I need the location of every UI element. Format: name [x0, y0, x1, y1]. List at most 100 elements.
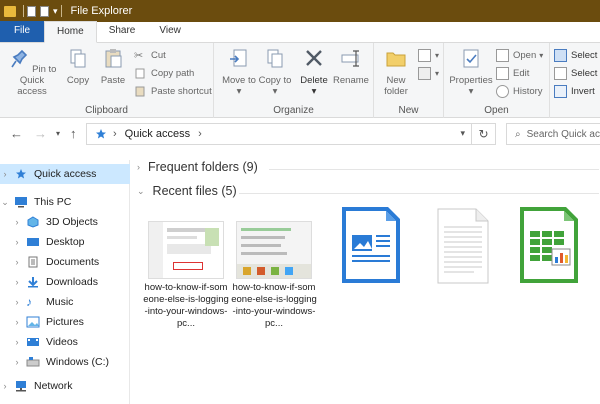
tab-file[interactable]: File	[0, 21, 44, 42]
pin-to-quick-access-button[interactable]: Pin to Quick access	[4, 47, 60, 97]
up-arrow-icon[interactable]: ↑	[70, 126, 77, 141]
divider	[23, 5, 24, 17]
chevron-down-icon[interactable]: ⌄	[0, 197, 10, 208]
new-item-button[interactable]: ▾	[418, 47, 439, 63]
new-label: New	[398, 105, 419, 116]
rename-button[interactable]: Rename	[332, 47, 370, 86]
nav-quick-access[interactable]: › Quick access	[0, 164, 130, 184]
ribbon: Pin to Quick access Copy Paste ✂ Cut Cop…	[0, 43, 600, 118]
breadcrumb-quick-access[interactable]: Quick access	[125, 128, 190, 140]
chevron-down-icon[interactable]: ⌄	[137, 186, 145, 197]
delete-button[interactable]: Delete ▾	[298, 47, 330, 97]
invert-selection-button[interactable]: Invert	[554, 83, 595, 99]
chevron-right-icon[interactable]: ›	[12, 297, 22, 307]
select-group: Select Select Invert	[550, 43, 600, 118]
nav-pictures[interactable]: › Pictures	[0, 312, 130, 332]
easy-access-icon	[418, 66, 431, 80]
chevron-right-icon[interactable]: ›	[12, 337, 22, 347]
search-input[interactable]: ⌕ Search Quick access	[506, 123, 600, 145]
new-folder-button[interactable]: New folder	[378, 47, 414, 97]
recent-file-tile[interactable]: how-to-know-if-someone-else-is-logging-i…	[143, 205, 229, 330]
nav-network[interactable]: › Network	[0, 376, 130, 396]
file-name: how-to-know-if-someone-else-is-logging-i…	[143, 282, 229, 329]
chevron-down-icon: ▾	[468, 86, 474, 97]
refresh-icon[interactable]: ↻	[471, 124, 495, 144]
open-group: Properties ▾ Open ▾ Edit History Open	[444, 43, 550, 118]
recent-file-tile[interactable]	[419, 205, 505, 288]
recent-files-header[interactable]: ⌄ Recent files (5)	[137, 184, 237, 198]
open-icon	[496, 48, 509, 62]
edit-button[interactable]: Edit	[496, 65, 529, 81]
quick-access-star-icon	[16, 169, 26, 179]
navigation-pane: › Quick access ⌄ This PC › 3D Objects › …	[0, 160, 130, 404]
recent-locations-chevron-icon[interactable]: ▾	[56, 129, 60, 138]
paste-button[interactable]: Paste	[96, 47, 130, 86]
nav-3d-objects[interactable]: › 3D Objects	[0, 212, 130, 232]
properties-button[interactable]: Properties ▾	[448, 47, 494, 97]
copy-path-icon	[135, 68, 145, 78]
writer-document-icon	[342, 207, 400, 283]
recent-file-tile[interactable]	[505, 205, 591, 288]
chevron-down-icon[interactable]: ▾	[53, 6, 58, 17]
address-dropdown-icon[interactable]: ▾	[460, 128, 465, 139]
chevron-down-icon: ▾	[272, 86, 278, 97]
downloads-arrow-icon	[28, 277, 38, 288]
select-none-icon	[554, 66, 567, 80]
chevron-down-icon: ▾	[236, 86, 242, 97]
search-icon: ⌕	[515, 128, 521, 140]
history-icon	[496, 84, 509, 98]
scissors-icon: ✂	[134, 49, 144, 62]
recent-file-tile[interactable]	[327, 205, 413, 288]
file-thumbnail	[236, 221, 312, 279]
properties-quick-icon[interactable]	[27, 5, 36, 17]
file-thumbnail	[148, 221, 224, 279]
new-folder-quick-icon[interactable]	[40, 5, 49, 17]
chevron-right-icon[interactable]: ›	[12, 277, 22, 287]
chevron-right-icon[interactable]: ›	[0, 381, 10, 391]
address-bar[interactable]: › Quick access › ▾ ↻	[86, 123, 496, 145]
frequent-folders-header[interactable]: › Frequent folders (9)	[137, 160, 258, 174]
copy-path-button[interactable]: Copy path	[134, 65, 194, 81]
chevron-right-icon[interactable]: ›	[12, 257, 22, 267]
nav-windows-c[interactable]: › Windows (C:)	[0, 352, 130, 372]
tab-home[interactable]: Home	[44, 21, 97, 43]
folder-icon	[4, 5, 16, 17]
easy-access-button[interactable]: ▾	[418, 65, 439, 81]
clipboard-label: Clipboard	[85, 105, 128, 116]
history-button[interactable]: History	[496, 83, 543, 99]
nav-this-pc[interactable]: ⌄ This PC	[0, 192, 130, 212]
chevron-right-icon[interactable]: ›	[0, 169, 10, 179]
chevron-right-icon[interactable]: ›	[12, 237, 22, 247]
move-to-button[interactable]: Move to ▾	[222, 47, 256, 97]
organize-label: Organize	[273, 105, 314, 116]
nav-downloads[interactable]: › Downloads	[0, 272, 130, 292]
organize-group: Move to ▾ Copy to ▾ Delete ▾ Rename Organiz…	[214, 43, 374, 118]
select-none-button[interactable]: Select	[554, 65, 597, 81]
chevron-right-icon[interactable]: ›	[12, 357, 22, 367]
nav-desktop[interactable]: › Desktop	[0, 232, 130, 252]
music-note-icon: ♪	[26, 295, 32, 309]
paste-shortcut-button[interactable]: Paste shortcut	[134, 83, 212, 99]
breadcrumb-chevron-icon[interactable]: ›	[198, 128, 202, 140]
divider	[269, 169, 599, 170]
nav-documents[interactable]: › Documents	[0, 252, 130, 272]
copy-button[interactable]: Copy	[62, 47, 94, 86]
copy-to-button[interactable]: Copy to ▾	[258, 47, 292, 97]
chevron-right-icon[interactable]: ›	[137, 162, 140, 172]
cut-button[interactable]: ✂ Cut	[134, 47, 166, 63]
chevron-right-icon[interactable]: ›	[12, 317, 22, 327]
open-button[interactable]: Open ▾	[496, 47, 543, 63]
select-all-button[interactable]: Select	[554, 47, 597, 63]
tab-view[interactable]: View	[147, 21, 193, 42]
ribbon-tabs: File Home Share View	[0, 21, 600, 43]
tab-share[interactable]: Share	[97, 21, 148, 42]
desktop-icon	[27, 238, 39, 246]
back-arrow-icon[interactable]: ←	[10, 126, 23, 141]
new-folder-icon	[386, 52, 406, 67]
nav-music[interactable]: › ♪ Music	[0, 292, 130, 312]
recent-file-tile[interactable]: how-to-know-if-someone-else-is-logging-i…	[231, 205, 317, 330]
forward-arrow-icon[interactable]: →	[34, 126, 47, 141]
nav-videos[interactable]: › Videos	[0, 332, 130, 352]
videos-icon	[27, 338, 39, 346]
chevron-right-icon[interactable]: ›	[12, 217, 22, 227]
